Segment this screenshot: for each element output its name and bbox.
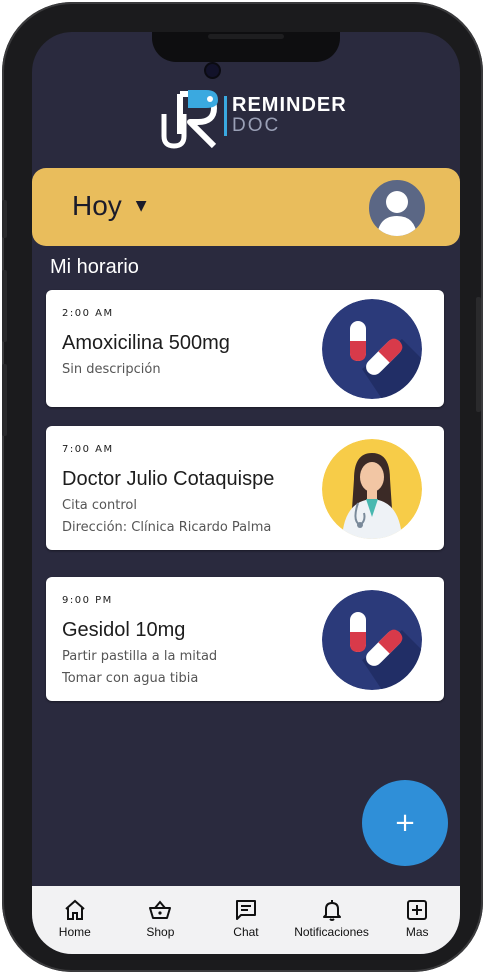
date-filter-dropdown[interactable]: Hoy ▼: [72, 190, 147, 222]
logo-word-reminder: REMINDER: [232, 94, 347, 116]
nav-notificaciones[interactable]: Notificaciones: [292, 898, 372, 939]
nav-shop-label: Shop: [146, 925, 175, 939]
pill-icon: [322, 590, 422, 690]
schedule-title: Amoxicilina 500mg: [62, 332, 230, 354]
plus-square-icon: [407, 900, 428, 920]
app-screen: REMINDER DOC Hoy ▼ Mi horario 2:00 AM Am…: [32, 32, 460, 954]
front-camera: [206, 64, 219, 77]
notch: [152, 32, 340, 62]
caret-down-icon: ▼: [135, 198, 147, 214]
date-filter-label: Hoy: [72, 190, 122, 221]
schedule-description: Tomar con agua tibia: [62, 671, 199, 686]
section-title: Mi horario: [50, 256, 139, 278]
schedule-description: Partir pastilla a la mitad: [62, 649, 218, 664]
nav-shop[interactable]: Shop: [120, 898, 200, 939]
nav-home-label: Home: [58, 925, 91, 939]
nav-chat[interactable]: Chat: [206, 898, 286, 939]
doctor-avatar: [322, 439, 422, 539]
schedule-time: 2:00 AM: [62, 308, 114, 319]
nav-notificaciones-label: Notificaciones: [294, 925, 369, 939]
schedule-time: 7:00 AM: [62, 444, 114, 455]
fab-label: +: [394, 808, 416, 838]
schedule-card[interactable]: 2:00 AM Amoxicilina 500mg Sin descripció…: [46, 290, 444, 407]
schedule-time: 9:00 PM: [62, 595, 113, 606]
nav-mas[interactable]: Mas: [377, 898, 457, 939]
schedule-description: Sin descripción: [62, 362, 161, 377]
nav-chat-label: Chat: [233, 925, 259, 939]
user-avatar[interactable]: [367, 178, 427, 238]
nav-home[interactable]: Home: [35, 898, 115, 939]
shop-basket-icon: [149, 900, 172, 919]
schedule-title: Doctor Julio Cotaquispe: [62, 468, 275, 490]
logo-text: REMINDER DOC: [232, 94, 347, 136]
mute-switch: [2, 200, 7, 238]
pill-icon: [322, 299, 422, 399]
home-icon: [65, 899, 85, 920]
volume-down-button: [2, 364, 7, 436]
schedule-address: Dirección: Clínica Ricardo Palma: [62, 520, 272, 535]
add-reminder-button[interactable]: +: [362, 780, 448, 866]
speaker-grille: [208, 34, 284, 39]
bell-icon: [322, 900, 341, 921]
volume-up-button: [2, 270, 7, 342]
nav-mas-label: Mas: [405, 925, 429, 939]
user-silhouette-icon: [377, 191, 417, 236]
schedule-description: Cita control: [62, 498, 137, 513]
phone-frame: REMINDER DOC Hoy ▼ Mi horario 2:00 AM Am…: [2, 2, 483, 972]
schedule-card[interactable]: 9:00 PM Gesidol 10mg Partir pastilla a l…: [46, 577, 444, 701]
logo-separator: [224, 96, 227, 136]
bottom-navigation: Home Shop Chat Notificaciones Mas: [32, 886, 460, 954]
app-logo: REMINDER DOC: [160, 88, 350, 150]
logo-word-doc: DOC: [232, 115, 281, 136]
reminderdoc-logo-icon: [161, 90, 218, 149]
chat-icon: [235, 900, 256, 920]
schedule-card[interactable]: 7:00 AM Doctor Julio Cotaquispe Cita con…: [46, 426, 444, 550]
date-header-bar: Hoy ▼: [32, 168, 460, 246]
schedule-title: Gesidol 10mg: [62, 619, 186, 641]
power-button: [476, 297, 481, 412]
